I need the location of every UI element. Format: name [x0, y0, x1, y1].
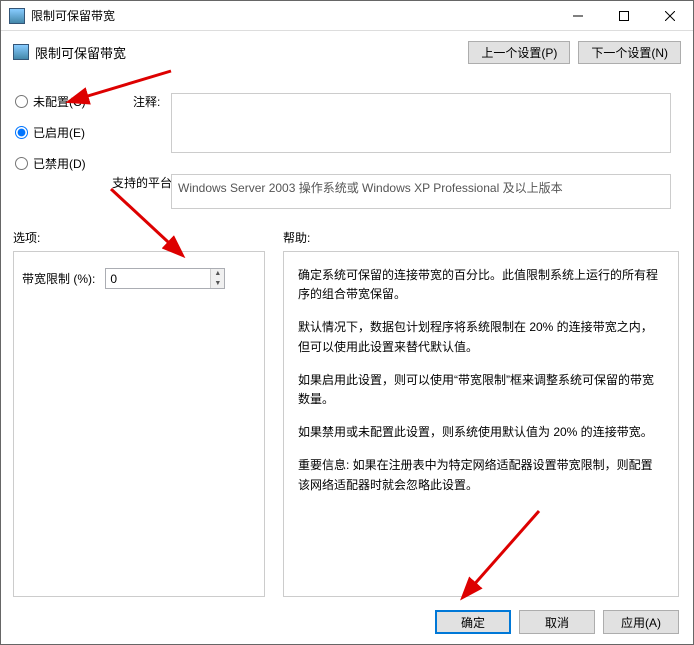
- comment-textarea[interactable]: [171, 93, 671, 153]
- help-label: 帮助:: [283, 229, 310, 246]
- help-text: 如果禁用或未配置此设置，则系统使用默认值为 20% 的连接带宽。: [298, 423, 664, 442]
- minimize-button[interactable]: [555, 1, 601, 30]
- radio-enabled-label: 已启用(E): [33, 124, 85, 141]
- platform-text: Windows Server 2003 操作系统或 Windows XP Pro…: [171, 174, 671, 209]
- radio-disabled-label: 已禁用(D): [33, 155, 86, 172]
- help-text: 如果启用此设置，则可以使用“带宽限制”框来调整系统可保留的带宽数量。: [298, 371, 664, 409]
- bandwidth-limit-input[interactable]: [106, 272, 210, 286]
- header: 限制可保留带宽 上一个设置(P) 下一个设置(N): [1, 31, 693, 73]
- comment-label: 注释:: [133, 93, 160, 110]
- policy-title: 限制可保留带宽: [35, 43, 468, 62]
- ok-button[interactable]: 确定: [435, 610, 511, 634]
- radio-not-configured[interactable]: 未配置(C): [15, 93, 86, 110]
- radio-enabled-input[interactable]: [15, 126, 28, 139]
- next-setting-button[interactable]: 下一个设置(N): [578, 41, 681, 64]
- app-icon: [9, 8, 25, 24]
- configuration-radios: 未配置(C) 已启用(E) 已禁用(D): [15, 93, 86, 172]
- bandwidth-limit-label: 带宽限制 (%):: [22, 270, 95, 287]
- options-panel: 带宽限制 (%): ▲ ▼: [13, 251, 265, 597]
- help-text: 确定系统可保留的连接带宽的百分比。此值限制系统上运行的所有程序的组合带宽保留。: [298, 266, 664, 304]
- title-bar: 限制可保留带宽: [1, 1, 693, 31]
- options-label: 选项:: [13, 229, 40, 246]
- cancel-button[interactable]: 取消: [519, 610, 595, 634]
- window-title: 限制可保留带宽: [31, 7, 555, 24]
- help-text: 默认情况下，数据包计划程序将系统限制在 20% 的连接带宽之内，但可以使用此设置…: [298, 318, 664, 356]
- radio-not-configured-input[interactable]: [15, 95, 28, 108]
- close-button[interactable]: [647, 1, 693, 30]
- bottom-buttons: 确定 取消 应用(A): [1, 610, 693, 634]
- spinner-up-icon[interactable]: ▲: [211, 269, 224, 279]
- help-panel: 确定系统可保留的连接带宽的百分比。此值限制系统上运行的所有程序的组合带宽保留。 …: [283, 251, 679, 597]
- bandwidth-limit-spinner[interactable]: ▲ ▼: [105, 268, 225, 289]
- platform-label: 支持的平台:: [112, 174, 175, 191]
- maximize-button[interactable]: [601, 1, 647, 30]
- radio-not-configured-label: 未配置(C): [33, 93, 86, 110]
- apply-button[interactable]: 应用(A): [603, 610, 679, 634]
- radio-enabled[interactable]: 已启用(E): [15, 124, 86, 141]
- radio-disabled-input[interactable]: [15, 157, 28, 170]
- policy-icon: [13, 44, 29, 60]
- previous-setting-button[interactable]: 上一个设置(P): [468, 41, 570, 64]
- spinner-arrows: ▲ ▼: [210, 269, 224, 288]
- radio-disabled[interactable]: 已禁用(D): [15, 155, 86, 172]
- spinner-down-icon[interactable]: ▼: [211, 279, 224, 289]
- help-text: 重要信息: 如果在注册表中为特定网络适配器设置带宽限制，则配置该网络适配器时就会…: [298, 456, 664, 494]
